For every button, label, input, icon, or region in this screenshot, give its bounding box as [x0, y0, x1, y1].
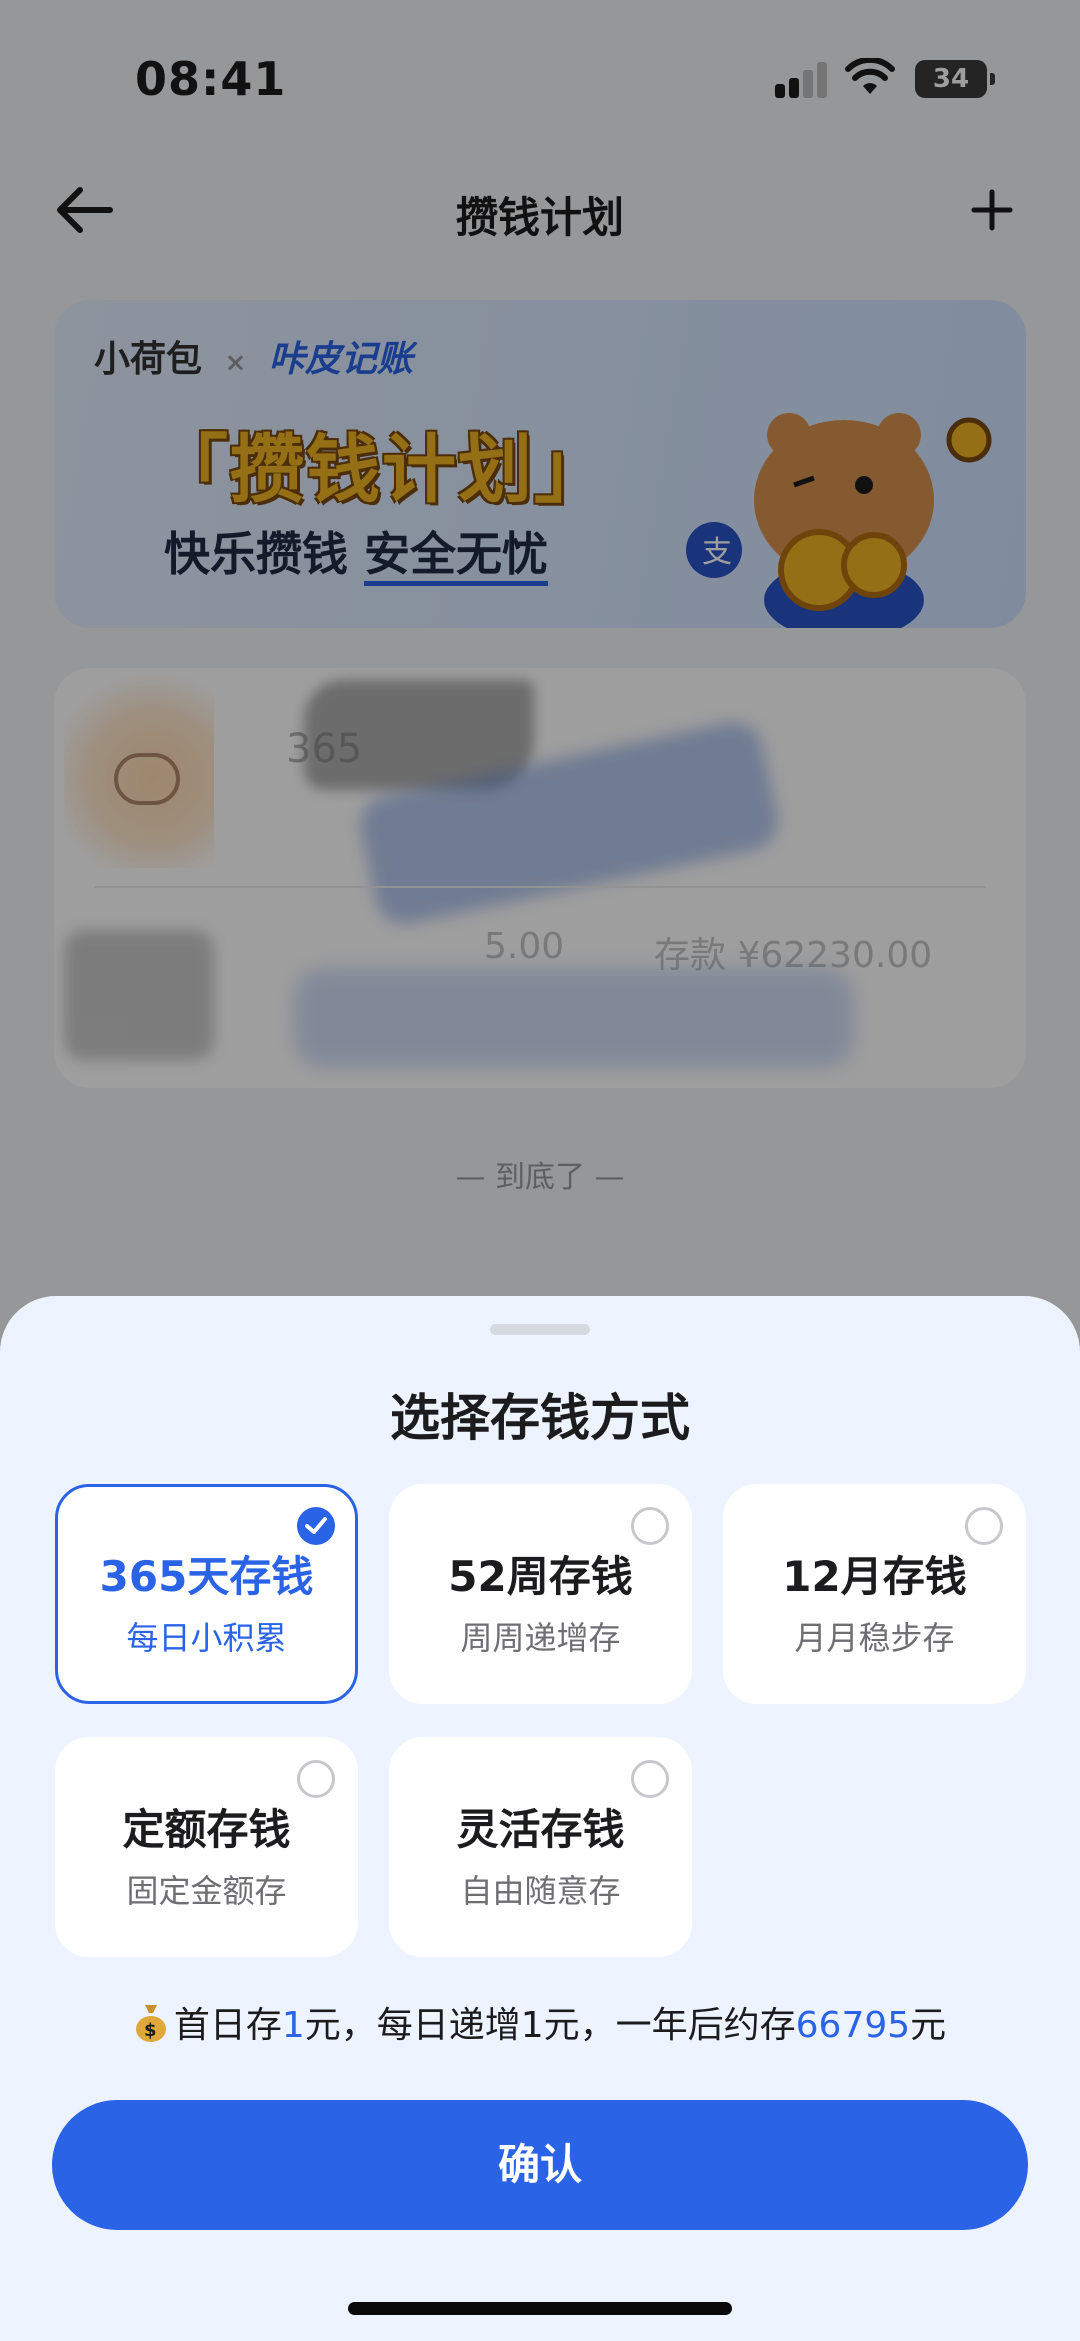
savings-method-sheet: 选择存钱方式 365天存钱 每日小积累 52周存钱 周周递增存 12月存钱 月月…: [0, 1296, 1080, 2341]
option-desc: 月月稳步存: [794, 1619, 955, 1657]
option-desc: 每日小积累: [126, 1619, 287, 1657]
home-indicator: [348, 2302, 732, 2315]
option-desc: 自由随意存: [460, 1872, 621, 1910]
money-bag-icon: $: [135, 2005, 166, 2042]
option-desc: 固定金额存: [126, 1872, 287, 1910]
option-label: 定额存钱: [122, 1805, 291, 1854]
option-52-weeks[interactable]: 52周存钱 周周递增存: [389, 1484, 692, 1704]
confirm-button[interactable]: 确认: [52, 2100, 1028, 2230]
radio-icon: [631, 1507, 669, 1545]
option-fixed-amount[interactable]: 定额存钱 固定金额存: [55, 1737, 358, 1957]
summary-total: 66795: [795, 2005, 911, 2046]
option-desc: 周周递增存: [460, 1619, 621, 1657]
savings-summary: $ 首日存1元，每日递增1元，一年后约存66795元: [0, 1996, 1080, 2048]
summary-text-1: 首日存: [173, 2005, 282, 2046]
summary-text-2: 元，每日递增1元，一年后约存: [304, 2005, 796, 2046]
checkmark-icon: [297, 1507, 335, 1545]
sheet-title: 选择存钱方式: [390, 1389, 690, 1447]
option-flexible[interactable]: 灵活存钱 自由随意存: [389, 1737, 692, 1957]
svg-text:$: $: [144, 2020, 157, 2041]
summary-first-amount: 1: [281, 2005, 305, 2046]
option-label: 灵活存钱: [456, 1805, 625, 1854]
option-365-days[interactable]: 365天存钱 每日小积累: [55, 1484, 358, 1704]
option-label: 52周存钱: [448, 1552, 633, 1601]
radio-icon: [631, 1760, 669, 1798]
option-label: 12月存钱: [782, 1552, 967, 1601]
sheet-grabber[interactable]: [490, 1324, 590, 1335]
option-12-months[interactable]: 12月存钱 月月稳步存: [723, 1484, 1026, 1704]
radio-icon: [965, 1507, 1003, 1545]
summary-text-3: 元: [910, 2005, 947, 2046]
radio-icon: [297, 1760, 335, 1798]
option-label: 365天存钱: [99, 1552, 314, 1601]
